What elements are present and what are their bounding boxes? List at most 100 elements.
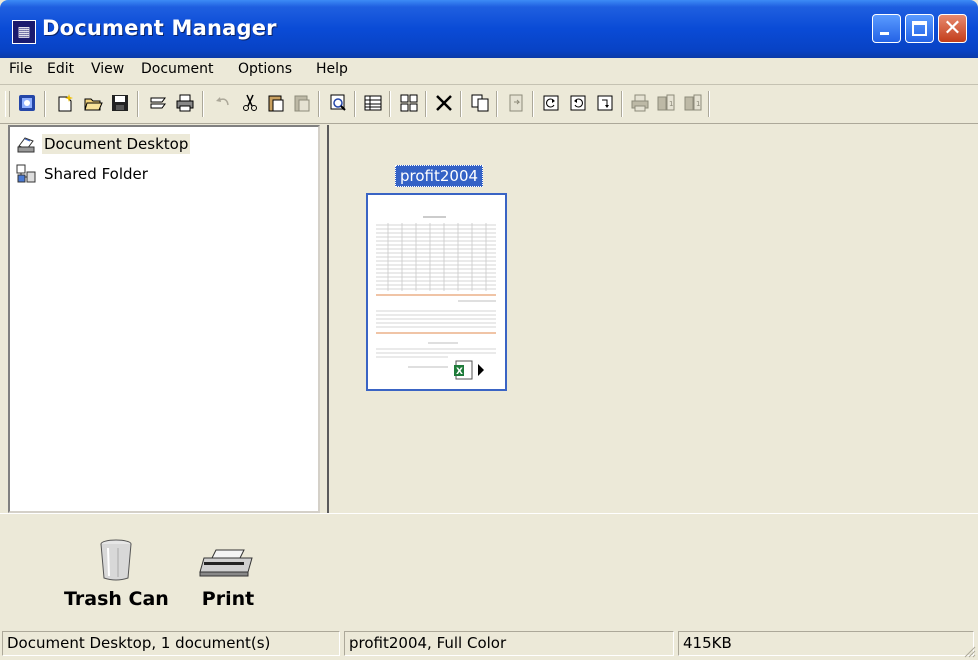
menu-view[interactable]: View	[89, 61, 126, 77]
printer-disabled-icon	[631, 94, 649, 112]
tree-item-label: Document Desktop	[42, 134, 191, 154]
shared-folder-icon	[16, 164, 36, 183]
find-button[interactable]	[326, 91, 350, 115]
print-preview-button[interactable]	[628, 91, 652, 115]
flip-icon	[597, 95, 613, 111]
new-button[interactable]	[53, 91, 77, 115]
status-size: 415KB	[678, 631, 974, 656]
save-icon	[112, 95, 128, 111]
toolbar: 1 1	[0, 85, 978, 124]
window-title: Document Manager	[42, 16, 277, 40]
status-location: Document Desktop, 1 document(s)	[2, 631, 340, 656]
maximize-icon	[912, 21, 927, 36]
open-viewer-button[interactable]	[15, 91, 39, 115]
close-button[interactable]: ✕	[938, 14, 967, 43]
toolbar-grip[interactable]	[5, 91, 10, 117]
toolbar-separator	[496, 91, 498, 117]
svg-text:X: X	[456, 367, 463, 377]
list-view-button[interactable]	[361, 91, 385, 115]
spreadsheet-preview: X	[368, 195, 505, 389]
page-single-button[interactable]: 1	[654, 91, 678, 115]
document-thumbnail[interactable]: X	[366, 193, 507, 391]
magnifier-icon	[330, 94, 346, 111]
menu-document[interactable]: Document	[139, 61, 216, 77]
thumbnail-view-button[interactable]	[397, 91, 421, 115]
maximize-button[interactable]	[905, 14, 934, 43]
copy-icon	[471, 94, 489, 112]
save-button[interactable]	[108, 91, 132, 115]
tree-item-label: Shared Folder	[44, 165, 148, 183]
toolbar-separator	[621, 91, 623, 117]
page-double-button[interactable]: 1	[681, 91, 705, 115]
bottom-tray: Trash Can Print	[0, 513, 978, 628]
toolbar-separator	[354, 91, 356, 117]
trash-can-button[interactable]: Trash Can	[64, 538, 169, 610]
menu-options[interactable]: Options	[236, 61, 294, 77]
menu-file[interactable]: File	[7, 61, 34, 77]
flip-button[interactable]	[593, 91, 617, 115]
title-bar[interactable]: ▦ Document Manager ✕	[0, 0, 978, 58]
toolbar-separator	[318, 91, 320, 117]
scanner-icon	[150, 97, 166, 109]
desktop-icon	[17, 137, 35, 153]
scan-button[interactable]	[146, 91, 170, 115]
cut-button[interactable]	[238, 91, 262, 115]
undo-icon	[216, 97, 229, 106]
rotate-left-icon	[543, 95, 559, 111]
close-icon: ✕	[943, 16, 962, 41]
status-selection: profit2004, Full Color	[344, 631, 674, 656]
thumbnails-icon	[400, 94, 418, 112]
svg-text:1: 1	[669, 100, 673, 108]
rotate-left-button[interactable]	[539, 91, 563, 115]
menu-help[interactable]: Help	[314, 61, 350, 77]
rotate-right-button[interactable]	[566, 91, 590, 115]
delete-button[interactable]	[432, 91, 456, 115]
print-label: Print	[201, 588, 255, 610]
open-folder-icon	[84, 98, 103, 111]
toolbar-separator	[44, 91, 46, 117]
minimize-button[interactable]	[872, 14, 901, 43]
new-document-icon	[58, 94, 73, 112]
svg-text:1: 1	[696, 100, 700, 108]
open-button[interactable]	[81, 91, 105, 115]
print-button[interactable]	[173, 91, 197, 115]
minimize-icon	[880, 32, 889, 35]
paste-button[interactable]	[264, 91, 288, 115]
viewer-icon	[19, 95, 35, 111]
toolbar-separator	[202, 91, 204, 117]
document-name-label[interactable]: profit2004	[395, 165, 484, 187]
tree-item-document-desktop[interactable]: Document Desktop	[16, 133, 191, 155]
export-disabled-icon	[509, 94, 523, 112]
paste-special-button[interactable]	[290, 91, 314, 115]
trash-can-icon	[100, 539, 132, 581]
pane-splitter[interactable]	[320, 125, 327, 513]
tree-item-shared-folder[interactable]: Shared Folder	[16, 163, 150, 185]
menu-bar: File Edit View Document Options Help	[0, 58, 978, 85]
cut-icon	[243, 94, 257, 111]
paste-disabled-icon	[294, 95, 310, 112]
paste-icon	[268, 95, 284, 112]
rotate-right-icon	[570, 95, 586, 111]
delete-x-icon	[436, 95, 452, 111]
toolbar-separator	[532, 91, 534, 117]
toolbar-separator	[460, 91, 462, 117]
printer-icon	[199, 549, 253, 577]
printer-icon	[176, 94, 194, 112]
undo-button[interactable]	[211, 91, 235, 115]
trash-can-label: Trash Can	[64, 588, 169, 610]
toolbar-separator	[137, 91, 139, 117]
folder-tree: Document Desktop Shared Folder	[8, 125, 320, 513]
copy-button[interactable]	[468, 91, 492, 115]
page-one-disabled-icon: 1	[657, 94, 675, 111]
details-view-icon	[364, 95, 382, 111]
print-tray-button[interactable]: Print	[198, 538, 258, 610]
page-two-disabled-icon: 1	[684, 94, 702, 111]
status-bar: Document Desktop, 1 document(s) profit20…	[0, 627, 978, 660]
toolbar-separator	[708, 91, 710, 117]
toolbar-separator	[425, 91, 427, 117]
toolbar-separator	[389, 91, 391, 117]
resize-grip-icon[interactable]	[962, 644, 976, 658]
export-button[interactable]	[504, 91, 528, 115]
menu-edit[interactable]: Edit	[45, 61, 76, 77]
app-icon: ▦	[12, 20, 36, 44]
